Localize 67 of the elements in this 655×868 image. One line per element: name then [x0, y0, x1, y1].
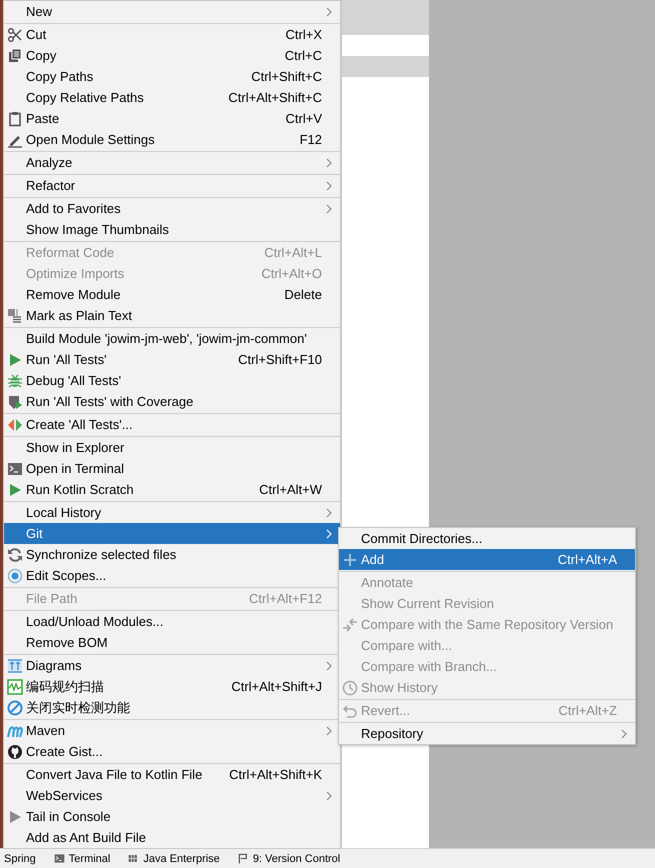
menu-item[interactable]: Open in Terminal — [4, 458, 340, 479]
prohibited-icon — [7, 700, 23, 716]
menu-item[interactable]: Run Kotlin Scratch Ctrl+Alt+W — [4, 479, 340, 500]
menu-item[interactable]: Paste Ctrl+V — [4, 108, 340, 129]
menu-item[interactable]: Add to Favorites — [4, 198, 340, 219]
grid-icon — [128, 853, 140, 864]
scope-icon — [7, 568, 23, 584]
play-icon — [7, 352, 23, 368]
menu-item[interactable]: Synchronize selected files — [4, 544, 340, 565]
menu-item[interactable]: Run 'All Tests' Ctrl+Shift+F10 — [4, 349, 340, 370]
menu-item[interactable]: Diagrams — [4, 655, 340, 676]
menu-item[interactable]: Add as Ant Build File — [4, 827, 340, 848]
menu-item[interactable]: Cut Ctrl+X — [4, 24, 340, 45]
plus-icon — [342, 552, 358, 568]
text-file-icon — [7, 308, 23, 324]
menu-item[interactable]: Analyze — [4, 152, 340, 173]
tool-window-button[interactable]: Terminal — [68, 852, 110, 864]
menu-item[interactable]: WebServices — [4, 785, 340, 806]
menu-item[interactable]: Local History — [4, 502, 340, 523]
tool-window-button[interactable]: Spring — [4, 852, 36, 864]
menu-item[interactable]: Copy Ctrl+C — [4, 45, 340, 66]
menu-item[interactable]: Mark as Plain Text — [4, 305, 340, 326]
menu-item[interactable]: Refactor — [4, 175, 340, 196]
sync-icon — [7, 546, 23, 562]
play-icon — [7, 808, 23, 824]
flag-icon — [238, 853, 249, 864]
tool-window-button[interactable]: Java Enterprise — [143, 852, 220, 864]
cat-silhouette-icon — [7, 744, 23, 760]
menu-item[interactable]: Copy Relative Paths Ctrl+Alt+Shift+C — [4, 87, 340, 108]
copy-icon — [7, 48, 23, 64]
menu-item[interactable]: Edit Scopes... — [4, 565, 340, 586]
tool-window-button[interactable]: 9: Version Control — [252, 852, 340, 864]
pulse-chart-icon — [7, 678, 23, 694]
compare-arrows-icon — [342, 616, 358, 632]
menu-item[interactable]: Remove Module Delete — [4, 284, 340, 305]
undo-arrow-icon — [342, 702, 358, 718]
terminal-icon — [54, 853, 65, 864]
play-icon — [7, 482, 23, 498]
menu-item[interactable]: 编码规约扫描 Ctrl+Alt+Shift+J — [4, 676, 340, 697]
scissors-icon — [7, 26, 23, 42]
clock-icon — [342, 680, 358, 696]
menu-item[interactable]: Open Module Settings F12 — [4, 129, 340, 150]
menu-item[interactable]: Git — [4, 523, 340, 544]
menu-item[interactable]: Repository — [339, 723, 635, 744]
menu-item[interactable]: Maven — [4, 720, 340, 741]
shield-icon — [7, 394, 23, 410]
menu-item[interactable]: Add Ctrl+Alt+A — [339, 549, 635, 570]
menu-item[interactable]: Tail in Console — [4, 806, 340, 827]
menu-item[interactable]: Copy Paths Ctrl+Shift+C — [4, 66, 340, 87]
menu-item[interactable]: Show Image Thumbnails — [4, 219, 340, 240]
menu-item[interactable]: Create Gist... — [4, 741, 340, 762]
terminal-icon — [7, 460, 23, 476]
diagram-icon — [7, 658, 23, 674]
clipboard-icon — [7, 110, 23, 126]
menu-item[interactable]: Load/Unload Modules... — [4, 611, 340, 632]
menu-item[interactable]: Debug 'All Tests' — [4, 370, 340, 391]
menu-item[interactable]: Run 'All Tests' with Coverage — [4, 391, 340, 412]
menu-item[interactable]: Remove BOM — [4, 632, 340, 653]
menu-item[interactable]: Create 'All Tests'... — [4, 414, 340, 435]
menu-item[interactable]: New — [4, 1, 340, 22]
menu-item[interactable]: 关闭实时检测功能 — [4, 697, 340, 718]
menu-item[interactable]: Build Module 'jowim-jm-web', 'jowim-jm-common' — [4, 328, 340, 349]
menu-item[interactable]: Show in Explorer — [4, 437, 340, 458]
diamond-icon — [7, 416, 23, 432]
menu-item[interactable]: Convert Java File to Kotlin File Ctrl+Alt+Shift+K — [4, 764, 340, 785]
menu-item[interactable]: Commit Directories... — [339, 528, 635, 549]
bug-icon — [7, 372, 23, 388]
